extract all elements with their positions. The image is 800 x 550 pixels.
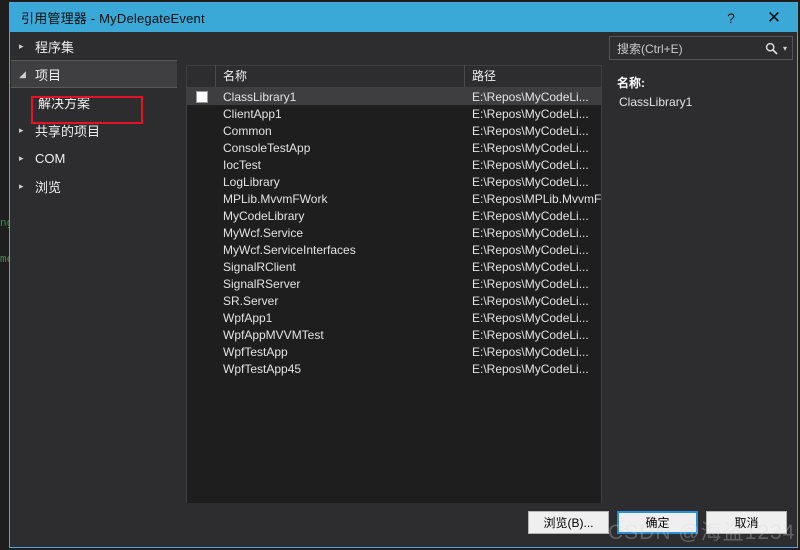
sidebar-item-label: 项目 [35,67,62,83]
cell-name: Common [223,123,272,138]
category-tree: ▸ 程序集 ◢ 项目 解决方案 ▸ 共享的项目 ▸ COM ▸ 浏览 [11,32,177,503]
table-row[interactable]: MPLib.MvvmFWork E:\Repos\MPLib.MvvmF... [187,190,601,207]
table-row[interactable]: WpfAppMVVMTest E:\Repos\MyCodeLi... [187,326,601,343]
cell-name: SignalRClient [223,259,296,274]
chevron-right-icon: ▸ [19,40,24,51]
cell-path: E:\Repos\MPLib.MvvmF... [472,191,601,206]
table-row[interactable]: MyCodeLibrary E:\Repos\MyCodeLi... [187,207,601,224]
sidebar-item-com[interactable]: ▸ COM [11,144,177,172]
detail-name-label: 名称: [617,76,645,90]
cell-path: E:\Repos\MyCodeLi... [472,276,589,291]
cell-path: E:\Repos\MyCodeLi... [472,310,589,325]
cell-name: ClientApp1 [223,106,282,121]
search-icon[interactable] [764,42,780,55]
cell-path: E:\Repos\MyCodeLi... [472,242,589,257]
dialog-footer: 浏览(B)... 确定 取消 [10,503,797,547]
chevron-right-icon: ▸ [19,124,24,135]
browse-button[interactable]: 浏览(B)... [528,511,609,534]
table-row[interactable]: ClientApp1 E:\Repos\MyCodeLi... [187,105,601,122]
header-checkbox-cell [187,66,216,87]
detail-name-value: ClassLibrary1 [619,95,693,109]
detail-panel: 名称: ClassLibrary1 [609,74,793,109]
cell-path: E:\Repos\MyCodeLi... [472,225,589,240]
project-list-panel: 名称 路径 ClassLibrary1 E:\Repos\MyCodeLi... C… [186,65,602,534]
table-row[interactable]: MyWcf.ServiceInterfaces E:\Repos\MyCodeLi… [187,241,601,258]
sidebar-item-projects[interactable]: ◢ 项目 [11,60,177,88]
close-button[interactable]: ✕ [751,3,797,32]
sidebar-item-assemblies[interactable]: ▸ 程序集 [11,32,177,60]
cell-path: E:\Repos\MyCodeLi... [472,89,589,104]
right-pane: 搜索(Ctrl+E) ▾ 名称: ClassLibrary1 [609,36,793,503]
column-header-path[interactable]: 路径 [465,66,601,87]
dialog-body: ▸ 程序集 ◢ 项目 解决方案 ▸ 共享的项目 ▸ COM ▸ 浏览 名称 路径… [10,32,797,547]
cell-path: E:\Repos\MyCodeLi... [472,106,589,121]
cell-name: MyCodeLibrary [223,208,305,223]
chevron-down-icon: ◢ [19,68,26,79]
table-row[interactable]: LogLibrary E:\Repos\MyCodeLi... [187,173,601,190]
footer-button-row: 浏览(B)... 确定 取消 [528,511,787,534]
cell-name: LogLibrary [223,174,280,189]
column-header-name[interactable]: 名称 [216,66,465,87]
table-row[interactable]: WpfTestApp45 E:\Repos\MyCodeLi... [187,360,601,377]
sidebar-item-solution[interactable]: 解决方案 [11,88,177,116]
cell-path: E:\Repos\MyCodeLi... [472,259,589,274]
sidebar-item-browse[interactable]: ▸ 浏览 [11,172,177,200]
list-rows: ClassLibrary1 E:\Repos\MyCodeLi... ClientA… [187,88,601,533]
sidebar-item-label: 程序集 [35,39,75,55]
search-placeholder: 搜索(Ctrl+E) [617,41,683,56]
cell-name: WpfApp1 [223,310,273,325]
cell-path: E:\Repos\MyCodeLi... [472,157,589,172]
cell-path: E:\Repos\MyCodeLi... [472,123,589,138]
cell-path: E:\Repos\MyCodeLi... [472,327,589,342]
title-bar: 引用管理器 - MyDelegateEvent ? ✕ [10,3,797,32]
cell-name: WpfAppMVVMTest [223,327,324,342]
cell-name: WpfTestApp [223,344,288,359]
sidebar-item-shared-projects[interactable]: ▸ 共享的项目 [11,116,177,144]
cell-path: E:\Repos\MyCodeLi... [472,208,589,223]
help-button[interactable]: ? [711,3,751,32]
list-column-headers: 名称 路径 [187,66,601,88]
table-row[interactable]: ClassLibrary1 E:\Repos\MyCodeLi... [187,88,601,105]
reference-manager-dialog: 引用管理器 - MyDelegateEvent ? ✕ ▸ 程序集 ◢ 项目 解… [9,2,798,548]
cell-name: IocTest [223,157,262,172]
cell-name: ConsoleTestApp [223,140,311,155]
sidebar-item-label: COM [35,150,66,166]
table-row[interactable]: SignalRClient E:\Repos\MyCodeLi... [187,258,601,275]
cell-path: E:\Repos\MyCodeLi... [472,361,589,376]
cell-name: SignalRServer [223,276,301,291]
sidebar-item-label: 解决方案 [38,95,91,111]
table-row[interactable]: Common E:\Repos\MyCodeLi... [187,122,601,139]
cancel-button[interactable]: 取消 [706,511,787,534]
ok-button[interactable]: 确定 [617,511,698,534]
chevron-right-icon: ▸ [19,152,24,163]
cell-path: E:\Repos\MyCodeLi... [472,140,589,155]
window-title: 引用管理器 - MyDelegateEvent [21,11,205,26]
cell-name: MyWcf.Service [223,225,304,240]
chevron-down-icon[interactable]: ▾ [783,44,787,53]
table-row[interactable]: SignalRServer E:\Repos\MyCodeLi... [187,275,601,292]
cell-path: E:\Repos\MyCodeLi... [472,344,589,359]
cell-name: MPLib.MvvmFWork [223,191,328,206]
checkbox-icon[interactable] [195,90,208,103]
table-row[interactable]: SR.Server E:\Repos\MyCodeLi... [187,292,601,309]
cell-path: E:\Repos\MyCodeLi... [472,293,589,308]
cell-name: ClassLibrary1 [223,89,297,104]
table-row[interactable]: IocTest E:\Repos\MyCodeLi... [187,156,601,173]
background-code-line-1: ng [0,218,9,230]
sidebar-item-label: 共享的项目 [35,123,101,139]
row-checkbox[interactable] [187,90,216,103]
cell-path: E:\Repos\MyCodeLi... [472,174,589,189]
table-row[interactable]: MyWcf.Service E:\Repos\MyCodeLi... [187,224,601,241]
background-code-line-2: me [0,254,9,266]
search-input[interactable]: 搜索(Ctrl+E) ▾ [609,36,793,60]
table-row[interactable]: ConsoleTestApp E:\Repos\MyCodeLi... [187,139,601,156]
table-row[interactable]: WpfApp1 E:\Repos\MyCodeLi... [187,309,601,326]
cell-name: SR.Server [223,293,279,308]
sidebar-item-label: 浏览 [35,179,62,195]
cell-name: MyWcf.ServiceInterfaces [223,242,356,257]
table-row[interactable]: WpfTestApp E:\Repos\MyCodeLi... [187,343,601,360]
cell-name: WpfTestApp45 [223,361,302,376]
chevron-right-icon: ▸ [19,180,24,191]
